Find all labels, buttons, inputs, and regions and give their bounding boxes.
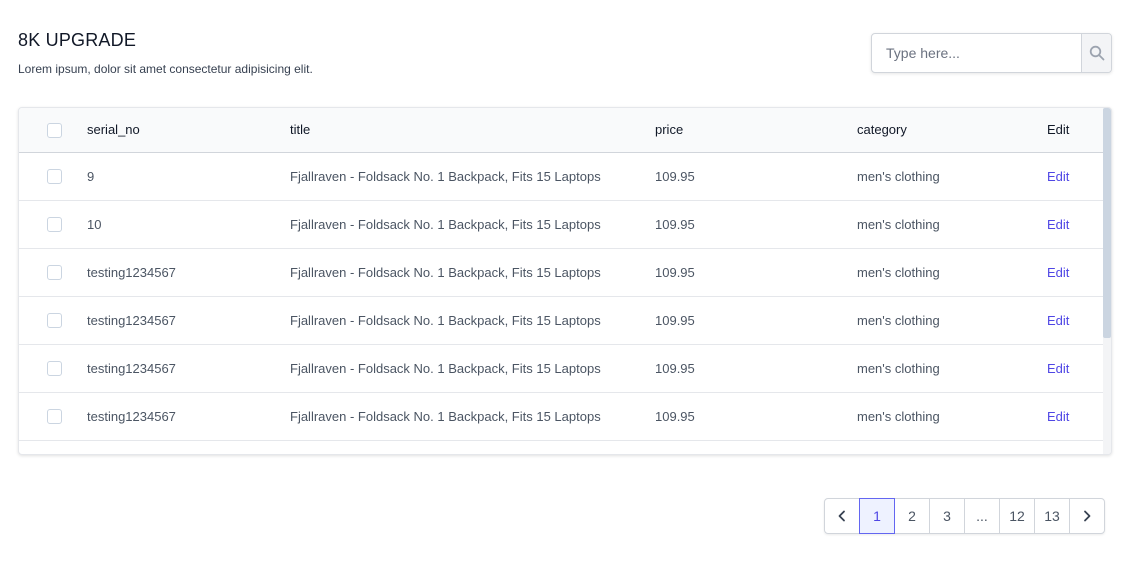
cell-price: 109.95 [655,360,695,376]
cell-edit: Edit [1047,296,1105,344]
column-header-category[interactable]: category [857,108,1047,152]
cell-price: 109.95 [655,312,695,328]
cell-title: Fjallraven - Foldsack No. 1 Backpack, Fi… [290,264,601,280]
page-button-1[interactable]: 1 [859,498,895,534]
row-checkbox[interactable] [46,361,62,377]
edit-link[interactable]: Edit [1047,409,1069,424]
search-icon [1089,45,1104,61]
page-header: 8K UPGRADE Lorem ipsum, dolor sit amet c… [18,30,313,76]
row-select-cell [19,296,87,344]
next-page-button[interactable] [1069,498,1105,534]
page-ellipsis: ... [964,498,1000,534]
cell-category: men's clothing [857,360,940,376]
page-button-3[interactable]: 3 [929,498,965,534]
table-row: testing1234567 Fjallraven - Foldsack No.… [19,296,1105,344]
products-table: serial_no title price category Edit 9 Fj… [19,108,1105,441]
cell-serial-no: testing1234567 [87,264,176,280]
row-checkbox[interactable] [46,217,62,233]
cell-edit: Edit [1047,344,1105,392]
search-button[interactable] [1081,34,1111,72]
cell-serial-no: testing1234567 [87,312,176,328]
cell-category: men's clothing [857,408,940,424]
cell-price: 109.95 [655,408,695,424]
cell-category: men's clothing [857,168,940,184]
cell-price: 109.95 [655,168,695,184]
table-header-row: serial_no title price category Edit [19,108,1105,152]
cell-category: men's clothing [857,312,940,328]
chevron-right-icon [1084,510,1091,522]
row-checkbox[interactable] [46,409,62,425]
products-table-container: serial_no title price category Edit 9 Fj… [18,107,1112,455]
edit-link[interactable]: Edit [1047,313,1069,328]
column-header-price[interactable]: price [655,108,857,152]
cell-price: 109.95 [655,264,695,280]
page-subtitle: Lorem ipsum, dolor sit amet consectetur … [18,62,313,76]
cell-edit: Edit [1047,152,1105,200]
pagination: 1 2 3 ... 12 13 [824,498,1105,534]
page-button-2[interactable]: 2 [894,498,930,534]
previous-page-button[interactable] [824,498,860,534]
cell-title: Fjallraven - Foldsack No. 1 Backpack, Fi… [290,216,601,232]
table-row: testing1234567 Fjallraven - Foldsack No.… [19,344,1105,392]
cell-serial-no: 9 [87,168,95,184]
cell-category: men's clothing [857,216,940,232]
row-select-cell [19,344,87,392]
edit-link[interactable]: Edit [1047,217,1069,232]
row-checkbox[interactable] [46,313,62,329]
cell-serial-no: 10 [87,216,102,232]
column-header-serial-no[interactable]: serial_no [87,108,290,152]
table-row: 9 Fjallraven - Foldsack No. 1 Backpack, … [19,152,1105,200]
cell-title: Fjallraven - Foldsack No. 1 Backpack, Fi… [290,312,601,328]
edit-link[interactable]: Edit [1047,169,1069,184]
page-button-13[interactable]: 13 [1034,498,1070,534]
row-checkbox[interactable] [46,265,62,281]
table-scrollbar-thumb[interactable] [1103,108,1111,338]
cell-edit: Edit [1047,248,1105,296]
cell-price: 109.95 [655,216,695,232]
select-all-checkbox[interactable] [46,122,62,138]
cell-serial-no: testing1234567 [87,408,176,424]
cell-category: men's clothing [857,264,940,280]
header-select-cell [19,108,87,152]
page-button-12[interactable]: 12 [999,498,1035,534]
cell-title: Fjallraven - Foldsack No. 1 Backpack, Fi… [290,360,601,376]
edit-link[interactable]: Edit [1047,265,1069,280]
cell-edit: Edit [1047,392,1105,440]
edit-link[interactable]: Edit [1047,361,1069,376]
row-select-cell [19,152,87,200]
cell-title: Fjallraven - Foldsack No. 1 Backpack, Fi… [290,408,601,424]
table-row: 10 Fjallraven - Foldsack No. 1 Backpack,… [19,200,1105,248]
row-select-cell [19,248,87,296]
column-header-edit: Edit [1047,122,1070,138]
search-input[interactable] [872,34,1081,72]
table-scrollbar[interactable] [1103,108,1111,454]
table-row: testing1234567 Fjallraven - Foldsack No.… [19,248,1105,296]
chevron-left-icon [838,510,845,522]
cell-title: Fjallraven - Foldsack No. 1 Backpack, Fi… [290,168,601,184]
cell-edit: Edit [1047,200,1105,248]
cell-serial-no: testing1234567 [87,360,176,376]
column-header-title[interactable]: title [290,108,655,152]
row-select-cell [19,392,87,440]
table-row: testing1234567 Fjallraven - Foldsack No.… [19,392,1105,440]
row-select-cell [19,200,87,248]
row-checkbox[interactable] [46,169,62,185]
page-title: 8K UPGRADE [18,30,137,50]
search-bar [871,33,1112,73]
